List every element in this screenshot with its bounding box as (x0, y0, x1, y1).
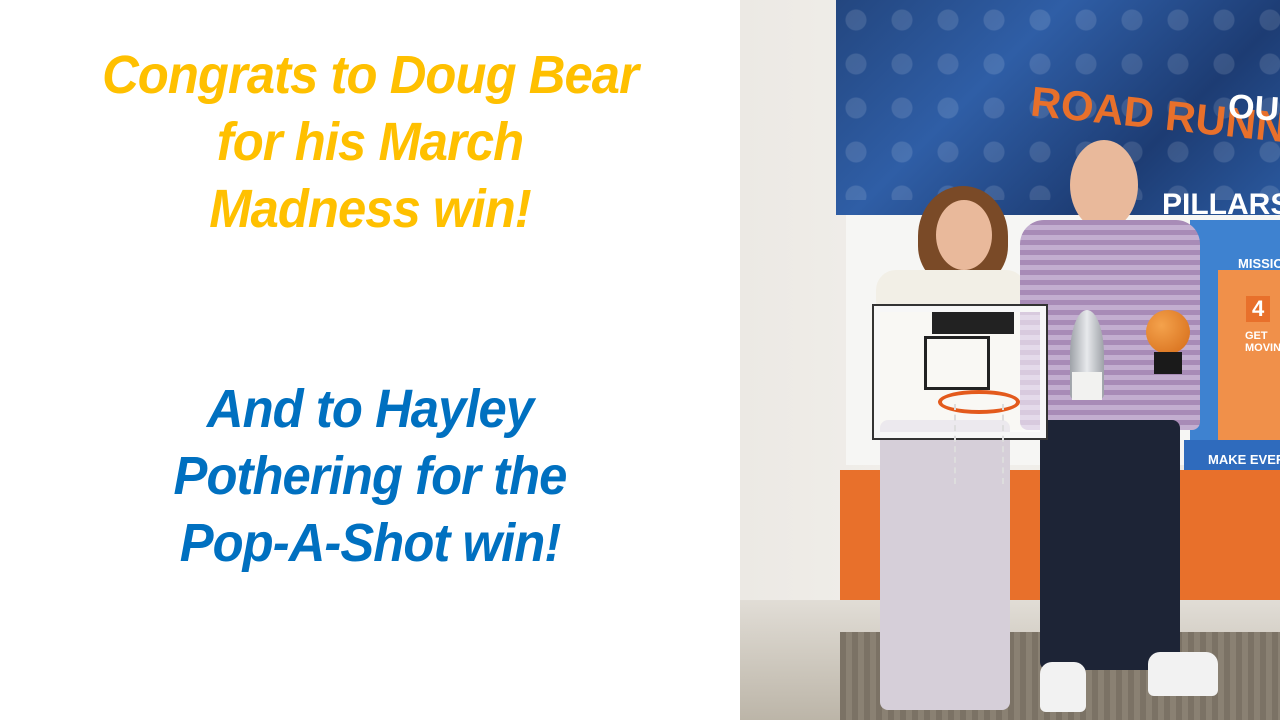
headline-gold-line-1: Congrats to Doug Bear (102, 45, 639, 105)
headline-blue-line-3: Pop-A-Shot win! (179, 513, 562, 573)
congrats-doug-headline: Congrats to Doug Bear for his March Madn… (41, 42, 699, 243)
congrats-hayley-headline: And to Hayley Pothering for the Pop-A-Sh… (41, 376, 699, 577)
silver-trophy-base (1072, 372, 1102, 400)
mini-hoop-target-square (924, 336, 990, 390)
headline-blue-line-2: Pothering for the (173, 446, 568, 506)
orange-trophy-base (1154, 352, 1182, 374)
orange-basketball-trophy (1146, 310, 1190, 354)
headline-gold-line-2: for his March (216, 112, 524, 172)
doug-right-shoe (1148, 652, 1218, 696)
mini-hoop-plaque (932, 312, 1014, 334)
headline-blue-line-1: And to Hayley (206, 379, 534, 439)
hayley-face (936, 200, 992, 270)
mural-get-moving-text: GET MOVING (1245, 330, 1280, 354)
mural-our-text: OUR (1226, 87, 1280, 131)
mural-pillars-text: PILLARS (1162, 188, 1280, 221)
winners-photo: ROAD RUNNER S OUR PILLARS MISSIO 4 GET M… (740, 0, 1280, 720)
mural-make-every-text: MAKE EVERY MI (1208, 452, 1280, 467)
mural-mission-text: MISSIO (1238, 256, 1280, 271)
mural-number-badge: 4 (1246, 296, 1271, 322)
slide: Congrats to Doug Bear for his March Madn… (0, 0, 1280, 720)
doug-face (1070, 140, 1138, 230)
doug-pants (1040, 420, 1180, 670)
mini-hoop-net (954, 404, 1004, 484)
headline-gold-line-3: Madness win! (209, 179, 531, 239)
doug-left-shoe (1040, 662, 1086, 712)
